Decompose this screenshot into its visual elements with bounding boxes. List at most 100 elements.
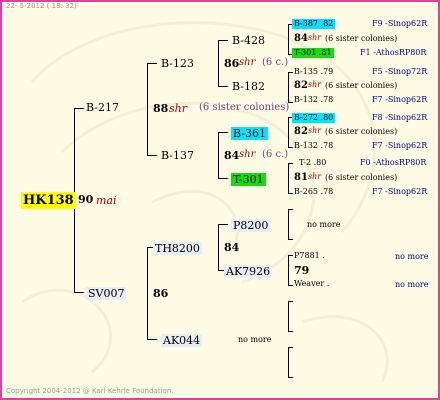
gen4-origin: F7 -Sinop62R [372, 187, 428, 196]
gen4-label[interactable]: B-132 .78 [294, 142, 333, 150]
gen3-a-name[interactable]: B-428 [232, 35, 265, 46]
connector [147, 63, 157, 64]
connector [218, 86, 228, 87]
connector [218, 224, 219, 270]
root-gen: 90 [78, 193, 94, 206]
ff-gen: 86 [224, 57, 240, 70]
connector [74, 108, 84, 109]
father-race: shr [169, 102, 187, 115]
gen4-label[interactable]: T-301 .81 [292, 48, 334, 58]
connector [288, 72, 293, 73]
connector [288, 163, 293, 164]
fm-gen: 84 [224, 149, 240, 162]
gen4-gen: 81 [294, 172, 308, 183]
fm-race: shr [239, 149, 256, 160]
gen4-sister-colonies: (6 sister colonies) [325, 34, 398, 43]
connector [218, 132, 219, 178]
connector [288, 209, 293, 210]
connector [288, 331, 293, 332]
connector [288, 193, 293, 194]
gen4-label[interactable]: T-2 .80 [299, 159, 326, 167]
gen4-no-more: no more [395, 252, 429, 261]
gen4-no-more: no more [395, 280, 429, 289]
gen4-gen: 84 [294, 33, 308, 44]
connector [288, 347, 289, 377]
connector [218, 224, 228, 225]
gen3-c-name[interactable]: B-361 [231, 127, 268, 140]
footer-copyright: Copyright 2004-2012 @ Karl Kehrle Founda… [6, 387, 174, 395]
connector [218, 132, 228, 133]
gen4-origin: F9 -Sinop62R [372, 19, 428, 28]
mm-name[interactable]: AK044 [161, 334, 203, 347]
father-sister-colonies: (6 sister colonies) [199, 102, 290, 113]
ff-race: shr [239, 57, 256, 68]
gen4-race: shr [308, 80, 322, 89]
ff-name[interactable]: B-123 [161, 58, 194, 69]
gen4-gen: 82 [294, 126, 308, 137]
gen4-label[interactable]: Weaver . [294, 280, 329, 288]
connector [288, 377, 293, 378]
connector [288, 209, 289, 239]
root-race: mai [96, 194, 117, 207]
connector [74, 292, 84, 293]
gen4-origin: F8 -Sinop62R [372, 113, 428, 122]
gen4-gen: 82 [294, 80, 308, 91]
connector [147, 247, 148, 339]
connector [288, 24, 289, 54]
gen4-label[interactable]: B-272 .80 [292, 113, 336, 123]
connector [288, 255, 293, 256]
gen3-b-name[interactable]: B-182 [232, 81, 265, 92]
connector [147, 155, 157, 156]
gen4-origin: F0 -AthosRP80R [360, 158, 427, 167]
connector [288, 147, 293, 148]
root-name: HK138 [21, 192, 76, 209]
root-queen[interactable]: HK138 [21, 191, 76, 209]
mm-no-more: no more [238, 335, 272, 344]
connector [288, 301, 293, 302]
gen4-race: shr [308, 33, 322, 42]
connector [288, 239, 293, 240]
gen3-f-gen: 79 [294, 264, 310, 277]
mother-name[interactable]: SV007 [86, 287, 127, 300]
gen4-race: shr [308, 126, 322, 135]
connector [288, 347, 293, 348]
gen4-label[interactable]: B-132 .78 [294, 96, 333, 104]
gen3-e-name[interactable]: P8200 [231, 219, 271, 232]
gen4-sister-colonies: (6 sister colonies) [325, 81, 398, 90]
connector [147, 63, 148, 155]
connector [288, 72, 289, 102]
connector [218, 40, 219, 86]
father-gen: 88 [153, 102, 169, 115]
gen3-d-name[interactable]: T-301 [231, 173, 266, 186]
gen3-e-no-more: no more [307, 220, 341, 229]
gen4-origin: F7 -Sinop62R [372, 95, 428, 104]
gen4-label[interactable]: B-387 .82 [292, 19, 336, 29]
father-name[interactable]: B-217 [86, 102, 119, 113]
fm-name[interactable]: B-137 [161, 150, 194, 161]
mf-gen: 84 [224, 241, 240, 254]
connector [288, 117, 289, 147]
ff-sister-colonies: (6 c.) [262, 57, 289, 68]
gen4-sister-colonies: (6 sister colonies) [325, 127, 398, 136]
connector [218, 178, 228, 179]
gen4-origin: F1 -AthosRP80R [360, 48, 427, 57]
connector [218, 40, 228, 41]
gen4-label[interactable]: B-265 .78 [294, 188, 333, 196]
connector [288, 255, 289, 285]
mf-name[interactable]: TH8200 [153, 242, 202, 255]
connector [288, 285, 293, 286]
connector [288, 301, 289, 331]
connector [147, 339, 157, 340]
gen4-sister-colonies: (6 sister colonies) [325, 173, 398, 182]
fm-sister-colonies: (6 c.) [262, 149, 289, 160]
gen4-race: shr [308, 172, 322, 181]
gen4-origin: F5 -Sinop72R [372, 67, 428, 76]
gen4-origin: F7 -Sinop62R [372, 141, 428, 150]
gen4-label[interactable]: B-135 .79 [294, 68, 333, 76]
mother-gen: 86 [153, 287, 169, 300]
pedigree-frame: 22- 5-2012 ( 18: 32) Copyright 2004-2012… [0, 0, 440, 400]
header-date: 22- 5-2012 ( 18: 32) [6, 2, 77, 10]
connector [288, 163, 289, 193]
gen3-f-name[interactable]: AK7926 [224, 265, 273, 278]
gen4-label[interactable]: P7881 . [294, 252, 325, 260]
